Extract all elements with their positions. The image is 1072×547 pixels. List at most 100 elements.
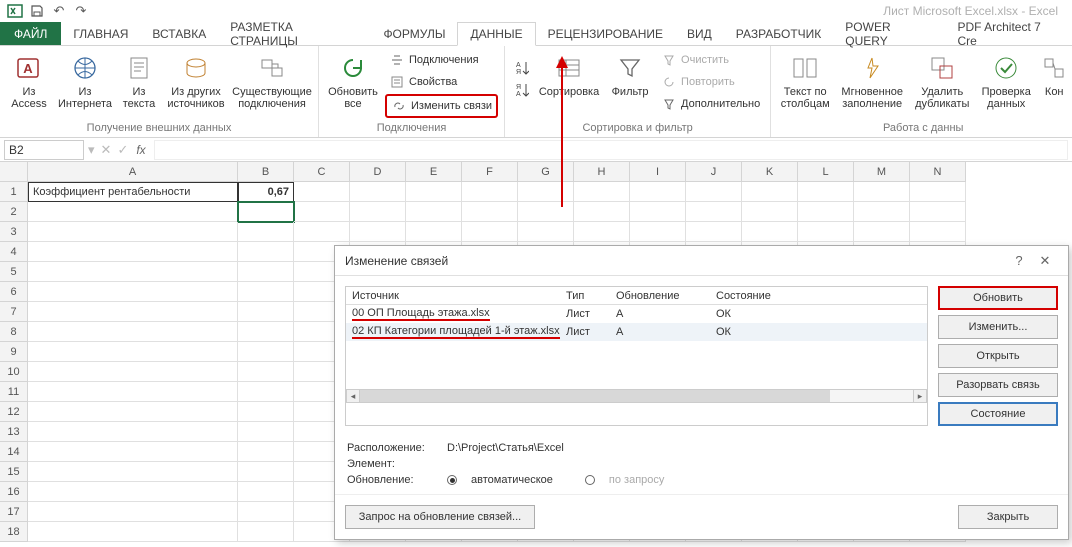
cell[interactable]: [686, 182, 742, 202]
startup-prompt-button[interactable]: Запрос на обновление связей...: [345, 505, 535, 529]
from-other-button[interactable]: Из других источников: [164, 50, 228, 112]
tab-data[interactable]: ДАННЫЕ: [457, 22, 535, 46]
cell[interactable]: [28, 222, 238, 242]
column-header[interactable]: L: [798, 162, 854, 182]
cell[interactable]: [798, 202, 854, 222]
cell[interactable]: [742, 202, 798, 222]
undo-icon[interactable]: ↶: [50, 2, 68, 20]
cell[interactable]: [910, 222, 966, 242]
links-list[interactable]: Источник Тип Обновление Состояние 00 ОП …: [345, 286, 928, 426]
tab-file[interactable]: ФАЙЛ: [0, 22, 61, 45]
row-header[interactable]: 4: [0, 242, 28, 262]
list-item[interactable]: 00 ОП Площадь этажа.xlsx Лист A ОК: [346, 305, 927, 323]
row-header[interactable]: 6: [0, 282, 28, 302]
list-scrollbar[interactable]: ◂ ▸: [346, 389, 927, 403]
from-web-button[interactable]: Из Интернета: [56, 50, 114, 112]
existing-conn-button[interactable]: Существующие подключения: [232, 50, 312, 112]
cell[interactable]: [238, 302, 294, 322]
reapply-button[interactable]: Повторить: [657, 72, 764, 92]
cell[interactable]: [574, 182, 630, 202]
sort-desc-button[interactable]: ЯA: [511, 80, 531, 100]
row-header[interactable]: 2: [0, 202, 28, 222]
column-header[interactable]: D: [350, 162, 406, 182]
cell[interactable]: [28, 242, 238, 262]
scroll-left-icon[interactable]: ◂: [346, 389, 360, 403]
text-to-columns-button[interactable]: Текст по столбцам: [777, 50, 833, 112]
advanced-filter-button[interactable]: Дополнительно: [657, 94, 764, 114]
change-button[interactable]: Изменить...: [938, 315, 1058, 339]
cell[interactable]: [28, 462, 238, 482]
row-header[interactable]: 11: [0, 382, 28, 402]
cell[interactable]: [294, 202, 350, 222]
row-header[interactable]: 1: [0, 182, 28, 202]
cell[interactable]: [350, 202, 406, 222]
column-header[interactable]: M: [854, 162, 910, 182]
column-header[interactable]: A: [28, 162, 238, 182]
tab-review[interactable]: РЕЦЕНЗИРОВАНИЕ: [536, 22, 675, 45]
cell[interactable]: [238, 322, 294, 342]
cell[interactable]: [462, 182, 518, 202]
tab-pdfarch[interactable]: PDF Architect 7 Cre: [945, 22, 1072, 45]
scroll-right-icon[interactable]: ▸: [913, 389, 927, 403]
cell[interactable]: [798, 182, 854, 202]
cell[interactable]: [910, 202, 966, 222]
column-header[interactable]: K: [742, 162, 798, 182]
cell[interactable]: [28, 442, 238, 462]
list-item[interactable]: 02 КП Категории площадей 1-й этаж.xlsx Л…: [346, 323, 927, 341]
row-header[interactable]: 15: [0, 462, 28, 482]
row-header[interactable]: 5: [0, 262, 28, 282]
cell[interactable]: [238, 482, 294, 502]
cell[interactable]: [28, 362, 238, 382]
column-header[interactable]: J: [686, 162, 742, 182]
row-header[interactable]: 13: [0, 422, 28, 442]
open-button[interactable]: Открыть: [938, 344, 1058, 368]
cell[interactable]: [28, 522, 238, 542]
cell[interactable]: [854, 222, 910, 242]
connections-button[interactable]: Подключения: [385, 50, 498, 70]
cell[interactable]: [238, 362, 294, 382]
row-header[interactable]: 17: [0, 502, 28, 522]
cell[interactable]: [28, 422, 238, 442]
cell[interactable]: [574, 202, 630, 222]
cell[interactable]: [350, 222, 406, 242]
cell[interactable]: [238, 442, 294, 462]
cell[interactable]: [28, 262, 238, 282]
row-header[interactable]: 18: [0, 522, 28, 542]
select-all-corner[interactable]: [0, 162, 28, 182]
cell[interactable]: [350, 182, 406, 202]
column-header[interactable]: E: [406, 162, 462, 182]
clear-filter-button[interactable]: Очистить: [657, 50, 764, 70]
cell[interactable]: Коэффициент рентабельности: [28, 182, 238, 202]
radio-auto[interactable]: [447, 475, 457, 485]
dropdown-icon[interactable]: ▾: [88, 142, 95, 158]
row-header[interactable]: 12: [0, 402, 28, 422]
filter-button[interactable]: Фильтр: [607, 50, 653, 100]
cell[interactable]: [742, 182, 798, 202]
cell[interactable]: [238, 282, 294, 302]
cell[interactable]: [686, 222, 742, 242]
update-button[interactable]: Обновить: [938, 286, 1058, 310]
column-header[interactable]: N: [910, 162, 966, 182]
cell[interactable]: [798, 222, 854, 242]
cell[interactable]: [854, 202, 910, 222]
fx-icon[interactable]: fx: [136, 143, 145, 157]
column-header[interactable]: F: [462, 162, 518, 182]
cell[interactable]: [630, 182, 686, 202]
row-header[interactable]: 9: [0, 342, 28, 362]
redo-icon[interactable]: ↷: [72, 2, 90, 20]
cell[interactable]: [406, 182, 462, 202]
cell[interactable]: [238, 522, 294, 542]
cell[interactable]: 0,67: [238, 182, 294, 202]
cell[interactable]: [854, 182, 910, 202]
remove-duplicates-button[interactable]: Удалить дубликаты: [911, 50, 973, 112]
from-access-button[interactable]: AИз Access: [6, 50, 52, 112]
row-header[interactable]: 7: [0, 302, 28, 322]
cell[interactable]: [574, 222, 630, 242]
row-header[interactable]: 16: [0, 482, 28, 502]
cell[interactable]: [406, 202, 462, 222]
cell[interactable]: [238, 342, 294, 362]
name-box[interactable]: B2: [4, 140, 84, 160]
cell[interactable]: [686, 202, 742, 222]
radio-manual[interactable]: [585, 475, 595, 485]
cell[interactable]: [630, 202, 686, 222]
